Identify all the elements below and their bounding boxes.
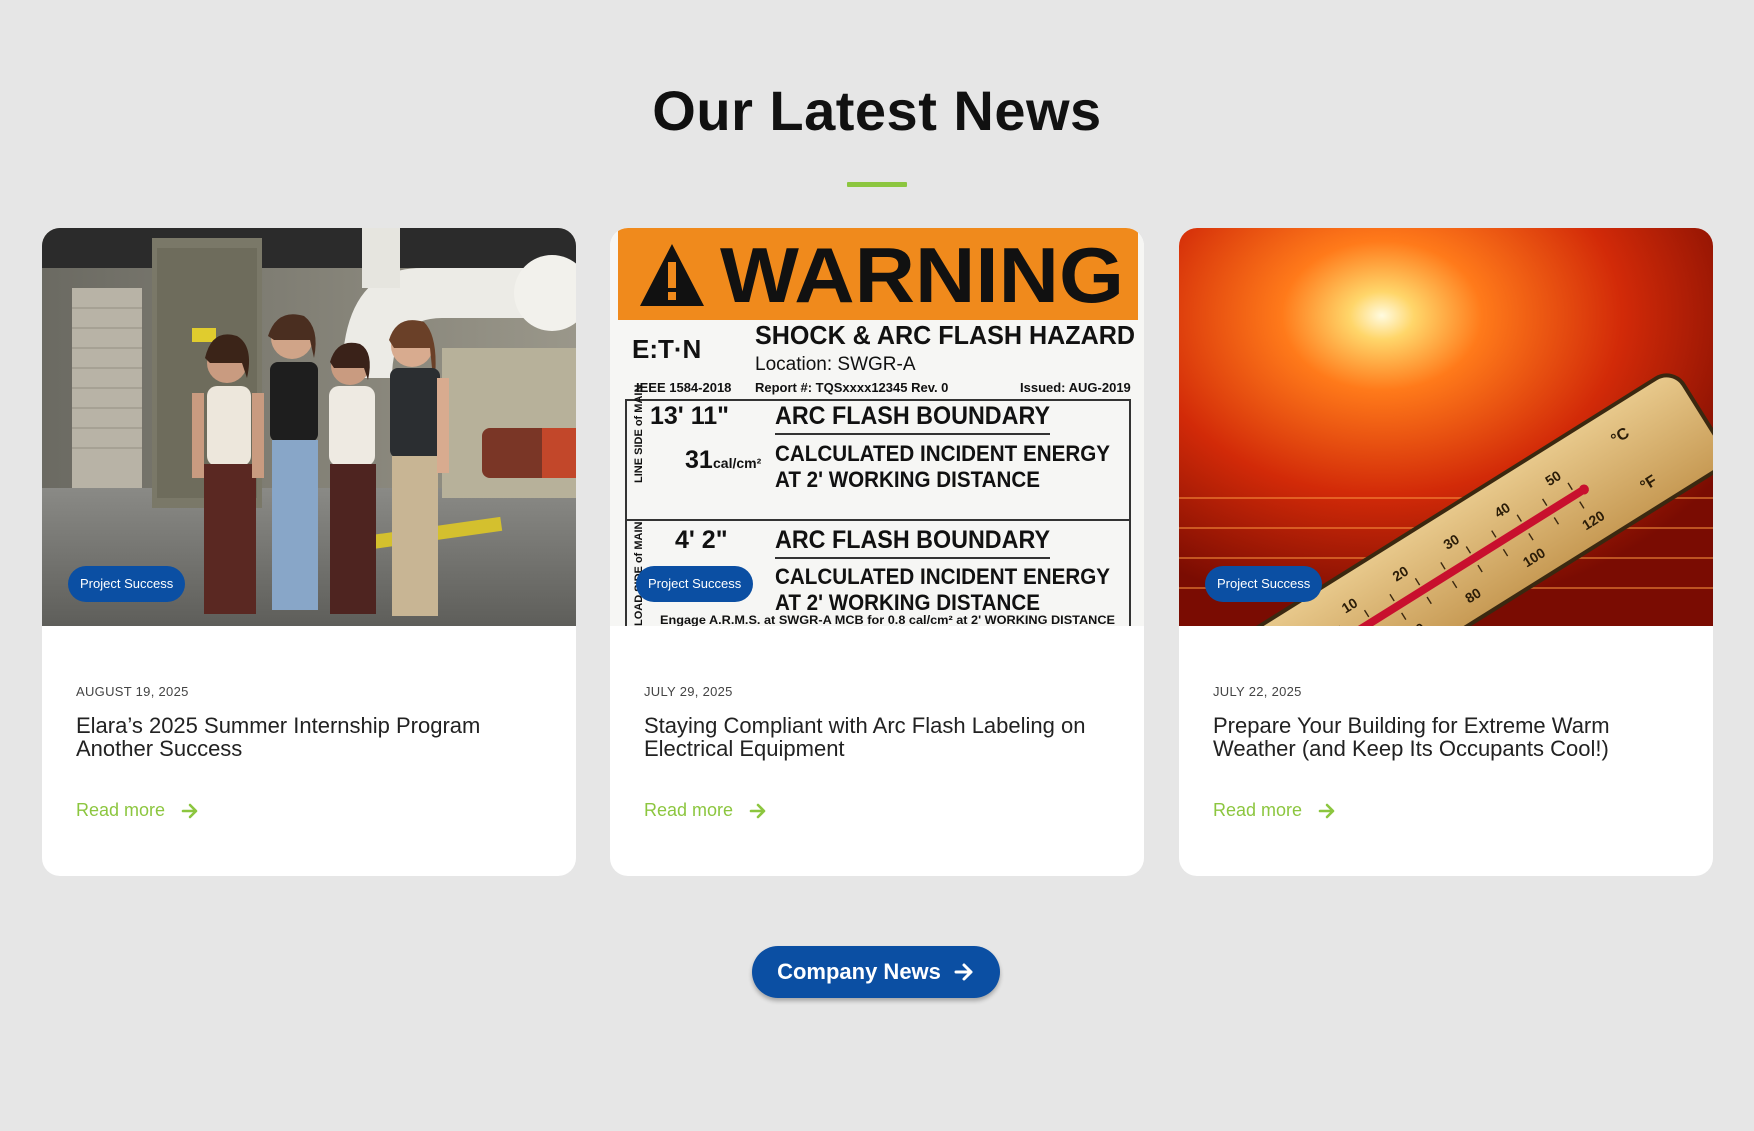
card-image-thermometer[interactable]: °C °F 50 40 30 20 10 0 120 100 80 60 40 …: [1179, 228, 1713, 626]
read-more-link[interactable]: Read more: [76, 800, 199, 821]
label-boundary-1-text: 13' 11": [650, 402, 729, 430]
label-location-text: Location: SWGR-A: [755, 354, 916, 375]
read-more-link[interactable]: Read more: [644, 800, 767, 821]
label-footer-text: Engage A.R.M.S. at SWGR-A MCB for 0.8 ca…: [660, 613, 1115, 626]
category-tag[interactable]: Project Success: [636, 566, 754, 602]
read-more-link[interactable]: Read more: [1213, 800, 1336, 821]
news-card[interactable]: WARNING E:T·N SHOCK & ARC FLASH HAZARD L…: [610, 228, 1144, 876]
label-brand-text: E:T·N: [632, 334, 701, 364]
post-date: AUGUST 19, 2025: [76, 684, 189, 699]
arrow-right-icon: [749, 803, 766, 818]
label-energy-value: 31: [685, 446, 713, 474]
label-energy-unit: cal/cm²: [713, 455, 762, 471]
card-body: JULY 29, 2025 Staying Compliant with Arc…: [610, 626, 1144, 876]
label-report-text: Report #: TQSxxxx12345 Rev. 0: [755, 380, 948, 395]
read-more-label: Read more: [644, 800, 734, 820]
post-date: JULY 22, 2025: [1213, 684, 1302, 699]
card-image-interns-photo[interactable]: Project Success: [42, 228, 576, 626]
card-image-arc-flash-label[interactable]: WARNING E:T·N SHOCK & ARC FLASH HAZARD L…: [610, 228, 1144, 626]
label-energy-line-2: AT 2' WORKING DISTANCE: [775, 467, 1040, 492]
label-line-side-text: LINE SIDE of MAIN: [633, 385, 645, 483]
label-energy-line-1: CALCULATED INCIDENT ENERGY: [775, 441, 1110, 466]
news-card[interactable]: Project Success AUGUST 19, 2025 Elara’s …: [42, 228, 576, 876]
label-warning-text: WARNING: [720, 231, 1124, 319]
post-title[interactable]: Prepare Your Building for Extreme Warm W…: [1213, 714, 1683, 760]
label-boundary-2-text: 4' 2": [675, 526, 728, 554]
read-more-label: Read more: [76, 800, 166, 820]
label-energy-line-4: AT 2' WORKING DISTANCE: [775, 590, 1040, 615]
card-body: JULY 22, 2025 Prepare Your Building for …: [1179, 626, 1713, 876]
label-boundary-title-1: ARC FLASH BOUNDARY: [775, 402, 1050, 430]
arrow-right-icon: [181, 803, 198, 818]
read-more-label: Read more: [1213, 800, 1303, 820]
label-standard-text: IEEE 1584-2018: [636, 380, 731, 395]
label-boundary-title-2: ARC FLASH BOUNDARY: [775, 526, 1050, 554]
category-tag[interactable]: Project Success: [68, 566, 186, 602]
arrow-right-icon: [954, 963, 973, 981]
card-body: AUGUST 19, 2025 Elara’s 2025 Summer Inte…: [42, 626, 576, 876]
company-news-button[interactable]: Company News: [752, 946, 1000, 998]
category-tag[interactable]: Project Success: [1205, 566, 1323, 602]
label-hazard-text: SHOCK & ARC FLASH HAZARD: [755, 320, 1135, 350]
label-issued-text: Issued: AUG-2019: [1020, 380, 1131, 395]
post-title[interactable]: Staying Compliant with Arc Flash Labelin…: [644, 714, 1114, 760]
arrow-right-icon: [1318, 803, 1335, 818]
post-title[interactable]: Elara’s 2025 Summer Internship Program A…: [76, 714, 546, 760]
company-news-label: Company News: [777, 959, 941, 984]
title-underline-divider: [847, 182, 907, 187]
label-energy-line-3: CALCULATED INCIDENT ENERGY: [775, 564, 1110, 589]
news-card[interactable]: °C °F 50 40 30 20 10 0 120 100 80 60 40 …: [1179, 228, 1713, 876]
post-date: JULY 29, 2025: [644, 684, 733, 699]
section-title: Our Latest News: [652, 79, 1102, 142]
